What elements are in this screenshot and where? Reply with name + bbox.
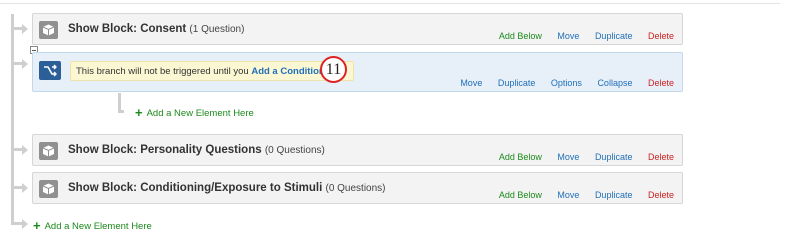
add-below-button[interactable]: Add Below [499, 190, 542, 200]
delete-button[interactable]: Delete [648, 152, 674, 162]
cube-icon [39, 21, 58, 39]
flow-arrow-icon [22, 219, 28, 229]
block-title-text: Show Block: Conditioning/Exposure to Sti… [68, 182, 323, 194]
move-button[interactable]: Move [557, 190, 579, 200]
branch-icon [39, 61, 61, 80]
block-actions: Add Below Move Duplicate Delete [486, 190, 674, 200]
move-button[interactable]: Move [557, 152, 579, 162]
delete-button[interactable]: Delete [648, 190, 674, 200]
block-actions: Add Below Move Duplicate Delete [486, 152, 674, 162]
add-below-button[interactable]: Add Below [499, 152, 542, 162]
collapse-button[interactable]: Collapse [597, 78, 632, 88]
branch-actions: Move Duplicate Options Collapse Delete [447, 78, 674, 88]
duplicate-button[interactable]: Duplicate [498, 78, 536, 88]
delete-button[interactable]: Delete [648, 31, 674, 41]
add-element-link[interactable]: + Add a New Element Here [33, 218, 152, 233]
block-personality-questions[interactable]: Show Block: Personality Questions (0 Que… [32, 134, 683, 166]
question-count: (0 Questions) [325, 183, 386, 194]
block-title-text: Show Block: Personality Questions [68, 144, 262, 156]
add-element-label: Add a New Element Here [44, 221, 152, 232]
cube-icon [39, 180, 58, 198]
cube-icon [39, 142, 58, 160]
branch-element[interactable]: This branch will not be triggered until … [32, 52, 683, 92]
question-count: (1 Question) [189, 24, 245, 35]
flow-arrow-icon [22, 183, 28, 193]
block-title: Show Block: Conditioning/Exposure to Sti… [68, 182, 386, 194]
question-count: (0 Questions) [264, 145, 325, 156]
warning-text: This branch will not be triggered until … [76, 66, 249, 77]
duplicate-button[interactable]: Duplicate [595, 152, 633, 162]
delete-button[interactable]: Delete [648, 78, 674, 88]
plus-icon: + [135, 105, 143, 120]
callout-number: 11 [320, 56, 347, 83]
block-consent[interactable]: Show Block: Consent (1 Question) Add Bel… [32, 13, 683, 45]
block-actions: Add Below Move Duplicate Delete [486, 31, 674, 41]
branch-connector [118, 110, 124, 113]
branch-add-element-link[interactable]: + Add a New Element Here [135, 105, 254, 120]
move-button[interactable]: Move [460, 78, 482, 88]
top-divider [0, 3, 780, 4]
move-button[interactable]: Move [557, 31, 579, 41]
add-condition-link[interactable]: Add a Condition [251, 66, 324, 77]
flow-line [11, 14, 14, 225]
add-element-label: Add a New Element Here [146, 108, 254, 119]
block-title: Show Block: Consent (1 Question) [68, 23, 244, 35]
flow-arrow-icon [22, 145, 28, 155]
block-title: Show Block: Personality Questions (0 Que… [68, 144, 325, 156]
plus-icon: + [33, 218, 41, 233]
branch-warning: This branch will not be triggered until … [70, 61, 354, 81]
flow-arrow-icon [22, 59, 28, 69]
duplicate-button[interactable]: Duplicate [595, 190, 633, 200]
add-below-button[interactable]: Add Below [499, 31, 542, 41]
duplicate-button[interactable]: Duplicate [595, 31, 633, 41]
block-conditioning-exposure[interactable]: Show Block: Conditioning/Exposure to Sti… [32, 172, 683, 204]
block-title-text: Show Block: Consent [68, 23, 187, 35]
flow-arrow-icon [22, 24, 28, 34]
options-button[interactable]: Options [551, 78, 582, 88]
